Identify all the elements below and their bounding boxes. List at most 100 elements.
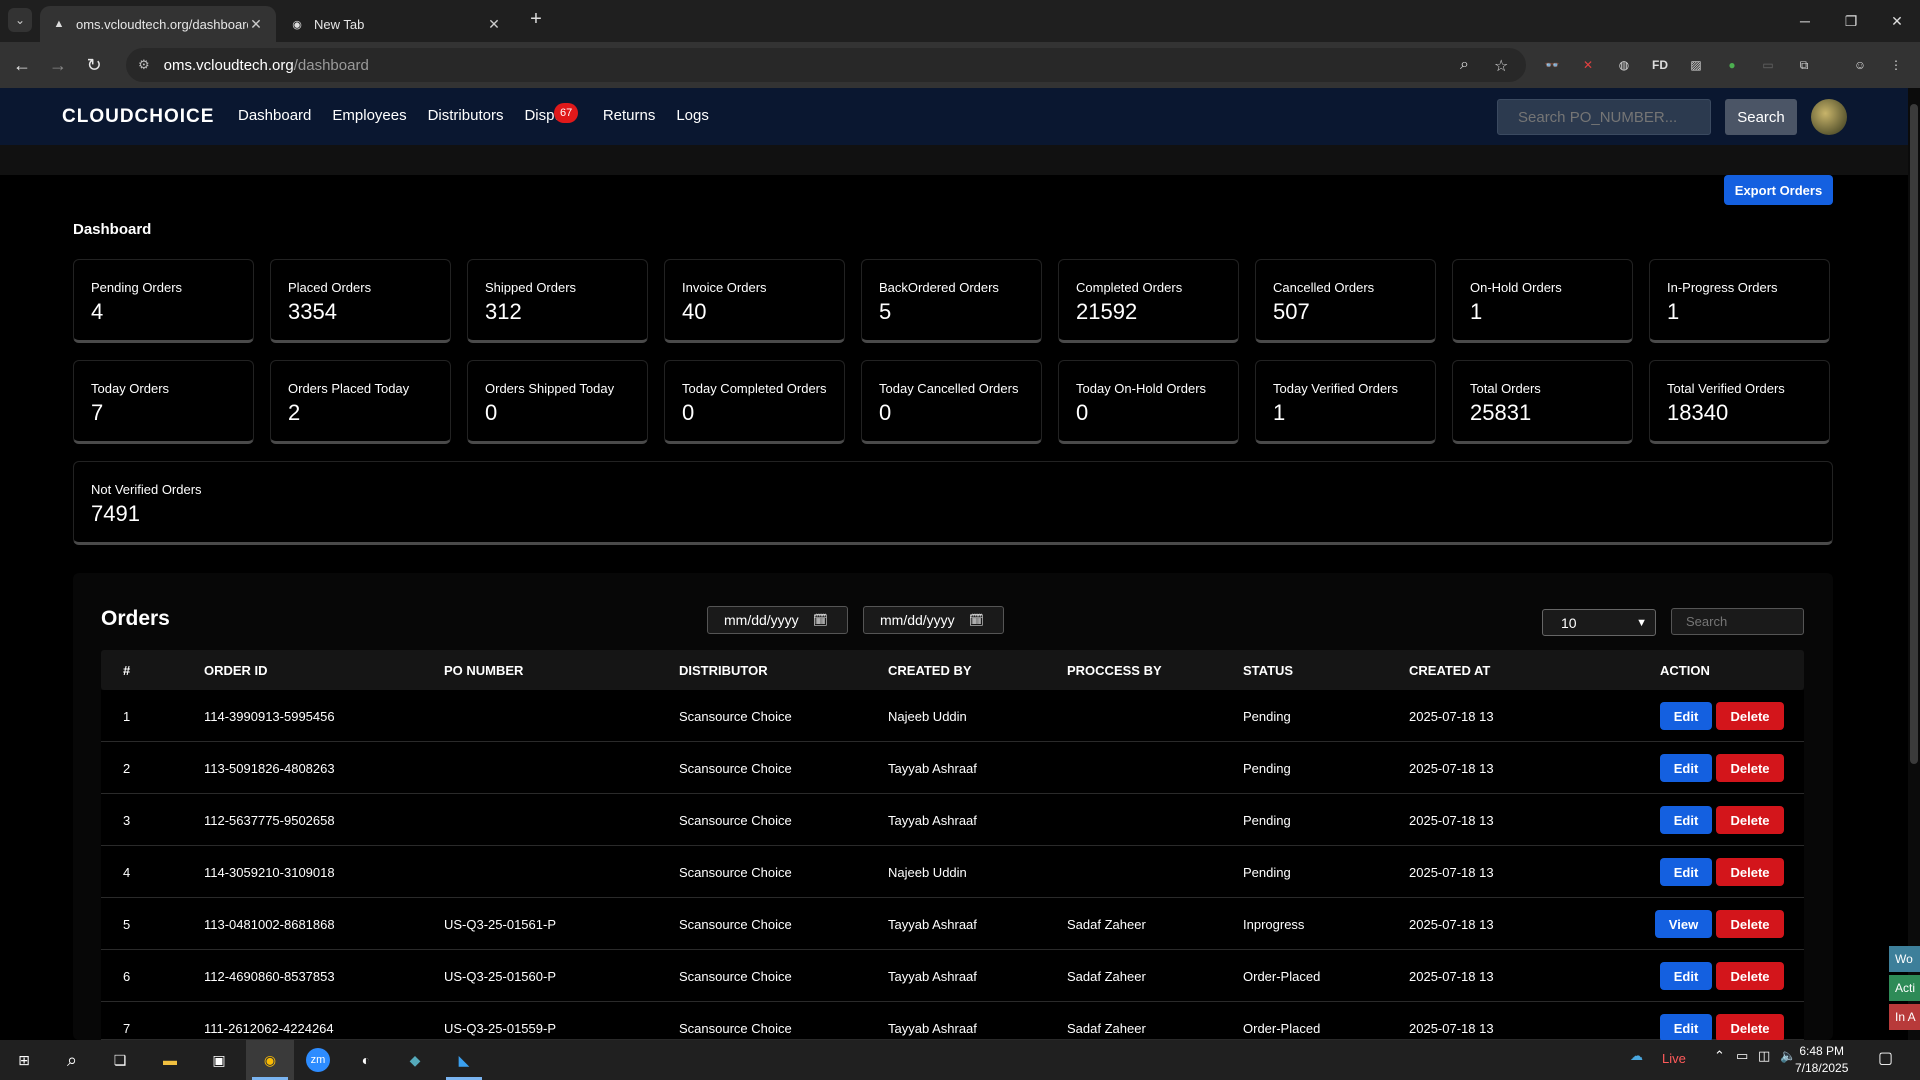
- po-search-input[interactable]: [1497, 99, 1711, 135]
- user-avatar[interactable]: [1811, 99, 1847, 135]
- page-size-select[interactable]: 10 ▼: [1542, 609, 1656, 636]
- volume-muted-icon[interactable]: 🔈: [1780, 1048, 1796, 1064]
- extensions-puzzle-icon[interactable]: ⧉: [1794, 55, 1814, 75]
- zoom-app-icon[interactable]: zm: [306, 1048, 330, 1072]
- stat-label: Shipped Orders: [485, 280, 577, 295]
- cell-index: 7: [123, 1021, 131, 1036]
- file-explorer-icon[interactable]: ▬: [158, 1048, 182, 1072]
- stat-card: Orders Placed Today 2: [270, 360, 451, 444]
- side-widget-tab[interactable]: Acti: [1889, 975, 1920, 1001]
- address-bar[interactable]: ⚙ oms.vcloudtech.org/dashboard: [126, 48, 1526, 82]
- browser-tab-dashboard[interactable]: ▲ oms.vcloudtech.org/dashboard ✕: [40, 6, 276, 42]
- edit-button[interactable]: Edit: [1660, 754, 1712, 782]
- stat-value: 0: [682, 400, 695, 425]
- menu-kebab-icon[interactable]: ⋮: [1886, 55, 1906, 75]
- stat-card: Invoice Orders 40: [664, 259, 845, 343]
- minimize-icon[interactable]: ─: [1782, 0, 1828, 42]
- edit-button[interactable]: Edit: [1660, 962, 1712, 990]
- app-diamond-icon[interactable]: ◆: [403, 1048, 427, 1072]
- chrome-taskbar-icon[interactable]: ◉: [258, 1048, 282, 1072]
- stat-value: 312: [485, 299, 522, 324]
- close-icon[interactable]: ✕: [486, 16, 502, 33]
- edit-button[interactable]: Edit: [1660, 1014, 1712, 1042]
- reload-icon[interactable]: ↻: [80, 51, 108, 79]
- new-tab-plus-icon[interactable]: +: [524, 8, 548, 32]
- restore-icon[interactable]: ❐: [1828, 0, 1874, 42]
- weather-icon[interactable]: ☁: [1630, 1048, 1643, 1064]
- extension-eyes-icon[interactable]: 👓: [1542, 55, 1562, 75]
- profile-icon[interactable]: ☺: [1850, 55, 1870, 75]
- search-icon[interactable]: ⌕: [60, 1048, 84, 1072]
- po-search-button[interactable]: Search: [1725, 99, 1797, 135]
- stat-card: Today Verified Orders 1: [1255, 360, 1436, 444]
- stat-value: 1: [1470, 299, 1483, 324]
- zoom-icon[interactable]: ⌕: [1460, 56, 1469, 74]
- stat-value: 507: [1273, 299, 1310, 324]
- extension-shield-icon[interactable]: ●: [1722, 55, 1742, 75]
- windows-start-icon[interactable]: ⊞: [12, 1048, 36, 1072]
- nav-returns[interactable]: Returns: [603, 107, 656, 124]
- delete-button[interactable]: Delete: [1716, 806, 1784, 834]
- forward-arrow-icon[interactable]: →: [44, 51, 72, 79]
- extension-fd-icon[interactable]: FD: [1650, 55, 1670, 75]
- cell-index: 4: [123, 865, 131, 880]
- nav-employees[interactable]: Employees: [332, 107, 406, 124]
- edit-button[interactable]: Edit: [1660, 858, 1712, 886]
- stat-label: Orders Shipped Today: [485, 381, 615, 396]
- stat-value: 18340: [1667, 400, 1729, 425]
- view-button[interactable]: View: [1655, 910, 1712, 938]
- delete-button[interactable]: Delete: [1716, 754, 1784, 782]
- vscode-icon[interactable]: ◣: [452, 1048, 476, 1072]
- calendar-icon[interactable]: 🗓: [813, 613, 828, 627]
- brand-logo[interactable]: CLOUDCHOICE: [62, 106, 214, 128]
- extension-x-icon[interactable]: ✕: [1578, 55, 1598, 75]
- task-view-icon[interactable]: ❏: [108, 1048, 132, 1072]
- calendar-icon[interactable]: 🗓: [969, 613, 984, 627]
- delete-button[interactable]: Delete: [1716, 1014, 1784, 1042]
- date-to-input[interactable]: mm/dd/yyyy 🗓: [863, 606, 1004, 634]
- weather-live-label[interactable]: Live: [1662, 1051, 1686, 1066]
- network-icon[interactable]: ◫: [1758, 1048, 1770, 1064]
- extension-image-icon[interactable]: ▨: [1686, 55, 1706, 75]
- extension-window-icon[interactable]: ▭: [1758, 55, 1778, 75]
- nav-dashboard[interactable]: Dashboard: [238, 107, 311, 124]
- cell-po-number: US-Q3-25-01560-P: [444, 969, 556, 984]
- back-arrow-icon[interactable]: ←: [8, 51, 36, 79]
- battery-icon[interactable]: ▭: [1736, 1048, 1748, 1064]
- export-orders-button[interactable]: Export Orders: [1724, 175, 1833, 205]
- cell-status: Pending: [1243, 865, 1291, 880]
- window-close-icon[interactable]: ✕: [1874, 0, 1920, 42]
- stat-card: Orders Shipped Today 0: [467, 360, 648, 444]
- extension-globe-icon[interactable]: ◍: [1614, 55, 1634, 75]
- stat-card: Shipped Orders 312: [467, 259, 648, 343]
- app-leaf-icon[interactable]: ◐: [354, 1048, 378, 1072]
- page-size-value: 10: [1561, 614, 1577, 631]
- stat-card: Cancelled Orders 507: [1255, 259, 1436, 343]
- delete-button[interactable]: Delete: [1716, 702, 1784, 730]
- delete-button[interactable]: Delete: [1716, 910, 1784, 938]
- system-clock[interactable]: 6:48 PM 7/18/2025: [1795, 1043, 1848, 1077]
- delete-button[interactable]: Delete: [1716, 858, 1784, 886]
- site-info-icon[interactable]: ⚙: [138, 57, 150, 73]
- store-icon[interactable]: ▣: [207, 1048, 231, 1072]
- delete-button[interactable]: Delete: [1716, 962, 1784, 990]
- bookmark-star-icon[interactable]: ☆: [1494, 56, 1508, 76]
- tray-chevron-icon[interactable]: ⌃: [1714, 1048, 1725, 1064]
- nav-distributors[interactable]: Distributors: [428, 107, 504, 124]
- side-widget-tab[interactable]: Wo: [1889, 946, 1920, 972]
- side-widget-tab[interactable]: In A: [1889, 1004, 1920, 1030]
- browser-tab-new[interactable]: ◉ New Tab ✕: [278, 6, 514, 42]
- edit-button[interactable]: Edit: [1660, 806, 1712, 834]
- browser-toolbar: ← → ↻ ⚙ oms.vcloudtech.org/dashboard ⌕ ☆…: [0, 42, 1920, 88]
- tab-search-icon[interactable]: ⌄: [8, 8, 32, 32]
- edit-button[interactable]: Edit: [1660, 702, 1712, 730]
- notification-icon[interactable]: ▢: [1878, 1048, 1893, 1068]
- nav-logs[interactable]: Logs: [676, 107, 709, 124]
- close-icon[interactable]: ✕: [248, 16, 264, 33]
- orders-search-input[interactable]: [1671, 608, 1804, 635]
- cell-order-id: 112-5637775-9502658: [204, 813, 335, 828]
- cell-status: Pending: [1243, 813, 1291, 828]
- stat-value: 2: [288, 400, 301, 425]
- page-scrollbar-thumb[interactable]: [1910, 104, 1918, 764]
- date-from-input[interactable]: mm/dd/yyyy 🗓: [707, 606, 848, 634]
